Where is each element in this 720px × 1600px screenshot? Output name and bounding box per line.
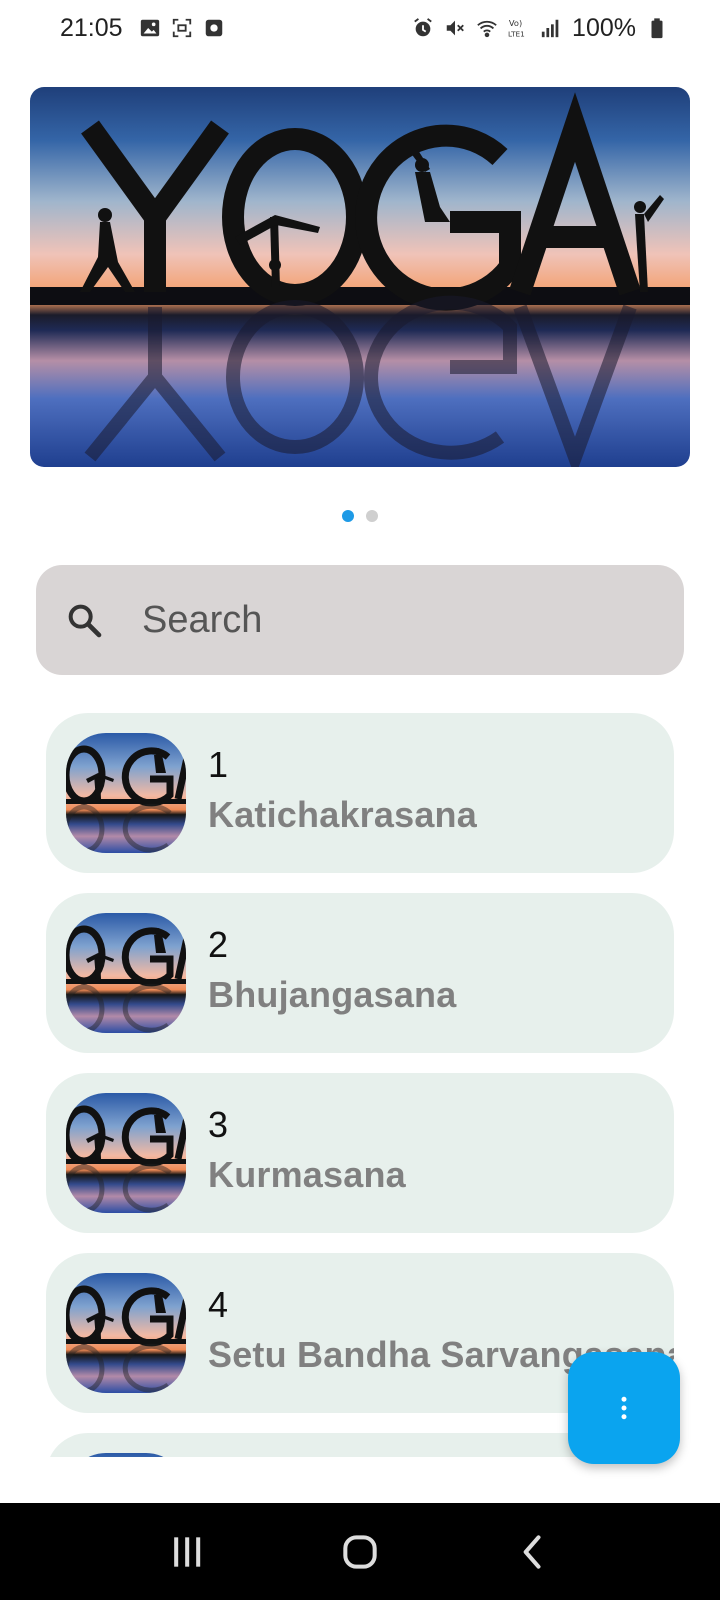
asana-thumbnail bbox=[66, 733, 186, 853]
asana-list-item[interactable]: 2 Bhujangasana bbox=[46, 893, 674, 1053]
asana-number: 1 bbox=[208, 744, 229, 785]
search-input[interactable] bbox=[142, 598, 622, 642]
yoga-thumbnail-art bbox=[66, 745, 186, 853]
status-left: 21:05 bbox=[60, 14, 225, 43]
carousel-dot-active[interactable] bbox=[342, 510, 354, 522]
more-options-button[interactable] bbox=[568, 1352, 680, 1464]
screenshot-icon bbox=[171, 17, 193, 39]
battery-icon bbox=[646, 17, 668, 39]
yoga-thumbnail-art bbox=[66, 1285, 186, 1393]
svg-text:LTE1: LTE1 bbox=[508, 29, 525, 38]
search-bar[interactable] bbox=[36, 565, 684, 675]
status-bar: 21:05 Vo) LTE1 100% bbox=[0, 0, 720, 56]
back-button[interactable] bbox=[503, 1522, 563, 1582]
asana-name: Bhujangasana bbox=[208, 974, 457, 1015]
asana-thumbnail bbox=[66, 1273, 186, 1393]
alarm-icon bbox=[412, 17, 434, 39]
signal-icon bbox=[540, 17, 562, 39]
carousel-dot[interactable] bbox=[366, 510, 378, 522]
navigation-bar bbox=[0, 1503, 720, 1600]
asana-list[interactable]: 1 Katichakrasana 2 Bhujangasana 3 Kurmas… bbox=[46, 713, 674, 1457]
carousel-indicator bbox=[0, 510, 720, 522]
asana-text: 1 Katichakrasana bbox=[208, 743, 477, 843]
wifi-icon bbox=[476, 17, 498, 39]
asana-number: 2 bbox=[208, 924, 229, 965]
asana-thumbnail bbox=[66, 1093, 186, 1213]
volte-icon: Vo) LTE1 bbox=[508, 17, 530, 39]
yoga-banner-art bbox=[30, 92, 690, 467]
search-icon bbox=[68, 604, 102, 638]
home-button[interactable] bbox=[330, 1522, 390, 1582]
asana-number: 4 bbox=[208, 1284, 229, 1325]
svg-text:Vo): Vo) bbox=[509, 18, 522, 28]
more-vertical-icon bbox=[621, 1396, 627, 1420]
mute-icon bbox=[444, 17, 466, 39]
back-icon bbox=[523, 1534, 541, 1569]
gallery-icon bbox=[139, 17, 161, 39]
asana-text: 3 Kurmasana bbox=[208, 1103, 406, 1203]
status-right: Vo) LTE1 100% bbox=[412, 14, 668, 43]
home-icon bbox=[343, 1534, 377, 1569]
yoga-thumbnail-art bbox=[66, 925, 186, 1033]
asana-text: 2 Bhujangasana bbox=[208, 923, 456, 1023]
recent-apps-button[interactable] bbox=[157, 1522, 217, 1582]
asana-list-item[interactable]: 3 Kurmasana bbox=[46, 1073, 674, 1233]
asana-thumbnail bbox=[66, 1453, 186, 1457]
asana-number: 3 bbox=[208, 1104, 229, 1145]
asana-name: Katichakrasana bbox=[208, 794, 477, 835]
status-time: 21:05 bbox=[60, 13, 123, 42]
asana-list-item[interactable]: 1 Katichakrasana bbox=[46, 713, 674, 873]
yoga-banner-image[interactable] bbox=[30, 87, 690, 467]
battery-percent: 100% bbox=[572, 13, 636, 42]
asana-thumbnail bbox=[66, 913, 186, 1033]
yoga-thumbnail-art bbox=[66, 1105, 186, 1213]
app-notification-icon bbox=[203, 17, 225, 39]
asana-name: Kurmasana bbox=[208, 1154, 406, 1195]
recent-apps-icon bbox=[173, 1536, 200, 1567]
